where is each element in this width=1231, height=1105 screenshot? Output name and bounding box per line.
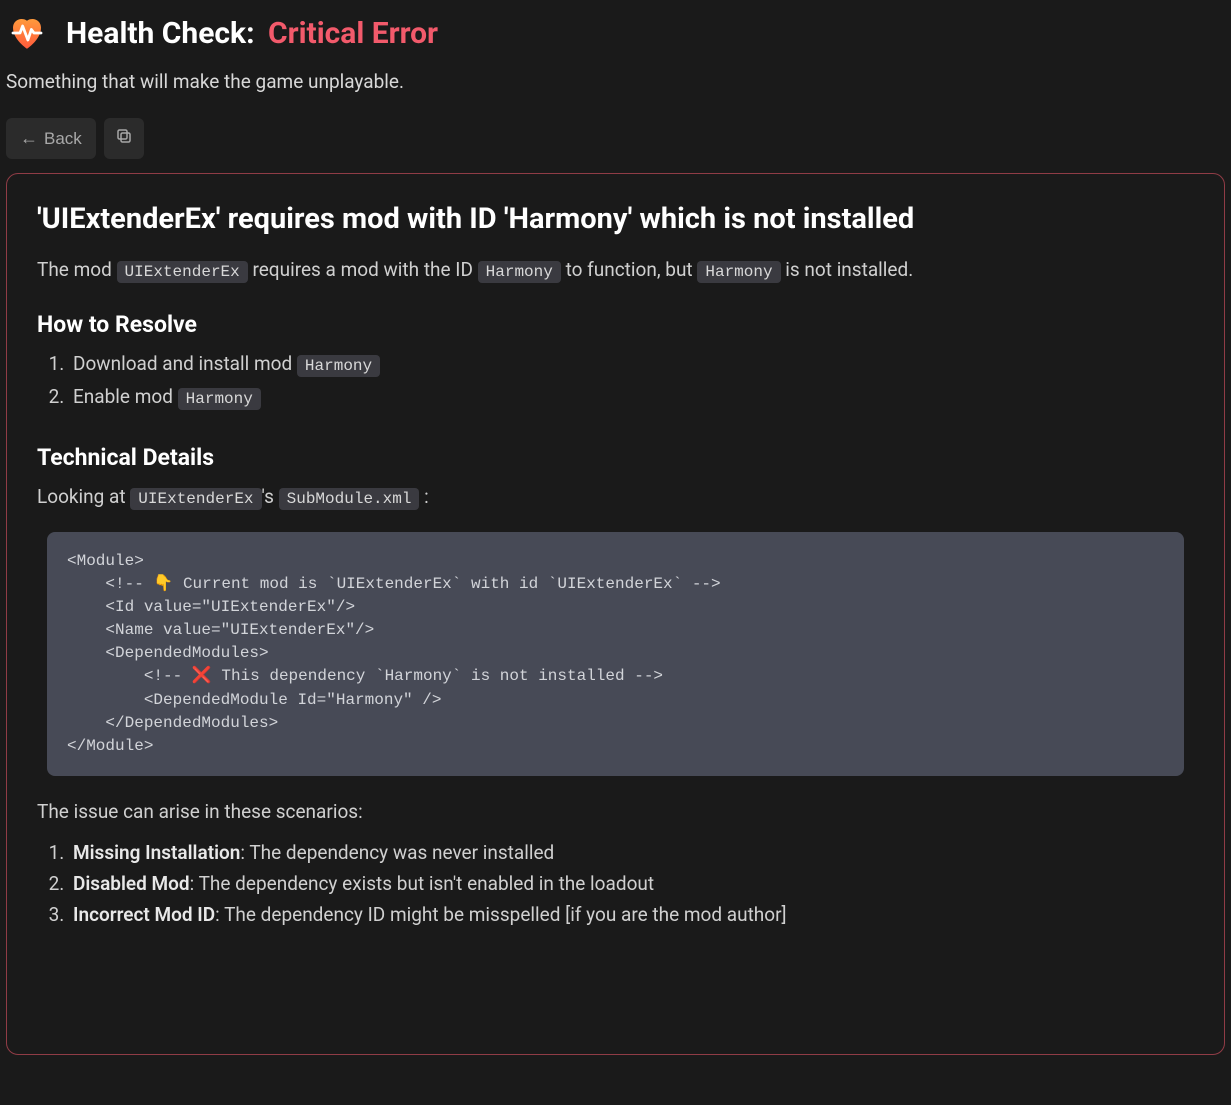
copy-button[interactable]: [104, 118, 144, 159]
back-button-label: Back: [44, 129, 82, 149]
mod-code: Harmony: [178, 388, 261, 410]
dependency-code: Harmony: [697, 261, 780, 283]
mod-code: Harmony: [297, 355, 380, 377]
scenarios-intro: The issue can arise in these scenarios:: [37, 800, 1194, 823]
toolbar: ← Back: [6, 118, 1225, 159]
mod-code: UIExtenderEx: [130, 488, 261, 510]
file-code: SubModule.xml: [279, 488, 420, 510]
error-card: 'UIExtenderEx' requires mod with ID 'Har…: [6, 173, 1225, 1055]
list-item: Incorrect Mod ID: The dependency ID migh…: [69, 903, 1194, 926]
health-heart-icon: [6, 12, 48, 54]
error-description: The mod UIExtenderEx requires a mod with…: [37, 256, 1194, 285]
xml-code-block: <Module> <!-- 👇 Current mod is `UIExtend…: [47, 532, 1184, 777]
copy-icon: [115, 127, 133, 150]
scenario-label: Disabled Mod: [73, 872, 190, 895]
scenarios-list: Missing Installation: The dependency was…: [37, 841, 1194, 926]
scenario-label: Missing Installation: [73, 841, 240, 864]
resolve-heading: How to Resolve: [37, 311, 1194, 338]
card-title: 'UIExtenderEx' requires mod with ID 'Har…: [37, 202, 1194, 236]
technical-heading: Technical Details: [37, 444, 1194, 471]
back-button[interactable]: ← Back: [6, 118, 96, 159]
list-item: Missing Installation: The dependency was…: [69, 841, 1194, 864]
scenario-label: Incorrect Mod ID: [73, 903, 215, 926]
arrow-left-icon: ←: [20, 128, 38, 149]
resolve-steps: Download and install mod Harmony Enable …: [37, 352, 1194, 408]
mod-code: UIExtenderEx: [117, 261, 248, 283]
list-item: Disabled Mod: The dependency exists but …: [69, 872, 1194, 895]
error-severity-label: Critical Error: [268, 16, 438, 51]
page-subtitle: Something that will make the game unplay…: [6, 70, 1225, 93]
list-item: Download and install mod Harmony: [69, 352, 1194, 375]
page-title: Health Check: Critical Error: [66, 16, 438, 51]
dependency-code: Harmony: [478, 261, 561, 283]
page-header: Health Check: Critical Error: [6, 12, 1225, 54]
technical-intro: Looking at UIExtenderEx's SubModule.xml …: [37, 485, 1194, 508]
list-item: Enable mod Harmony: [69, 385, 1194, 408]
title-prefix: Health Check:: [66, 16, 255, 51]
